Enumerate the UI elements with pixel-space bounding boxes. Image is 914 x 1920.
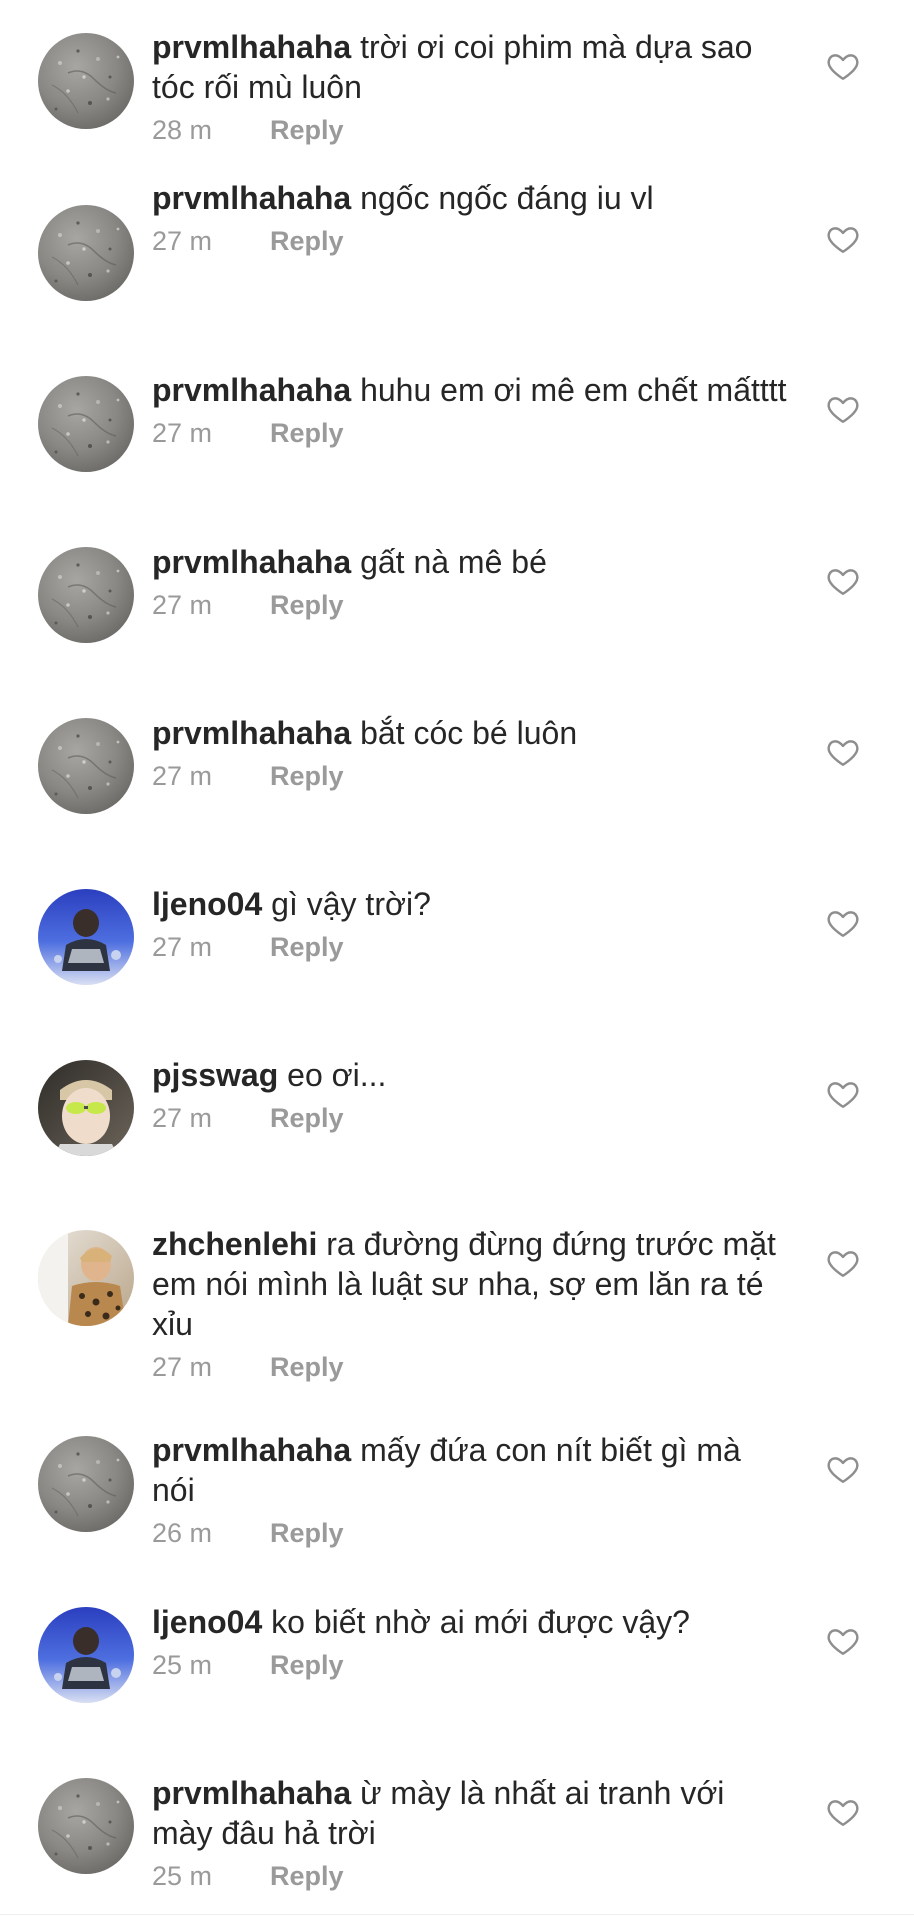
reply-button[interactable]: Reply bbox=[270, 932, 344, 962]
avatar[interactable] bbox=[38, 889, 134, 985]
comment-body: ljeno04 ko biết nhờ ai mới được vậy? 25 … bbox=[152, 1602, 792, 1682]
comment-text: gất nà mê bé bbox=[360, 544, 547, 580]
reply-button[interactable]: Reply bbox=[270, 761, 344, 791]
comment-meta: 27 m Reply bbox=[152, 1350, 792, 1384]
comment-body: prvmlhahaha ừ mày là nhất ai tranh với m… bbox=[152, 1773, 792, 1893]
comment-text-line: prvmlhahaha ngốc ngốc đáng iu vl bbox=[152, 178, 792, 218]
comment-text-line: prvmlhahaha trời ơi coi phim mà dựa sao … bbox=[152, 27, 792, 107]
avatar[interactable] bbox=[38, 1230, 134, 1326]
heart-outline-icon[interactable] bbox=[826, 1452, 860, 1486]
comment-username[interactable]: pjsswag bbox=[152, 1057, 278, 1093]
comment-username[interactable]: prvmlhahaha bbox=[152, 372, 351, 408]
comment-time: 27 m bbox=[152, 761, 213, 791]
avatar[interactable] bbox=[38, 718, 134, 814]
comment-text: bắt cóc bé luôn bbox=[360, 715, 578, 751]
comment-username[interactable]: ljeno04 bbox=[152, 1604, 262, 1640]
comment-time: 27 m bbox=[152, 1352, 213, 1382]
comment-text-line: prvmlhahaha gất nà mê bé bbox=[152, 542, 792, 582]
comment-body: ljeno04 gì vậy trời? 27 m Reply bbox=[152, 884, 792, 964]
avatar[interactable] bbox=[38, 1607, 134, 1703]
heart-outline-icon[interactable] bbox=[826, 564, 860, 598]
comment-text-line: zhchenlehi ra đường đừng đứng trước mặt … bbox=[152, 1224, 792, 1344]
comment-meta: 28 m Reply bbox=[152, 113, 792, 147]
heart-outline-icon[interactable] bbox=[826, 1624, 860, 1658]
comment-time: 27 m bbox=[152, 932, 213, 962]
heart-outline-icon[interactable] bbox=[826, 392, 860, 426]
comment-time: 27 m bbox=[152, 418, 213, 448]
avatar[interactable] bbox=[38, 205, 134, 301]
avatar[interactable] bbox=[38, 376, 134, 472]
comment-body: prvmlhahaha mấy đứa con nít biết gì mà n… bbox=[152, 1430, 792, 1550]
comment-meta: 25 m Reply bbox=[152, 1648, 792, 1682]
comment-text: ngốc ngốc đáng iu vl bbox=[360, 180, 654, 216]
comment-username[interactable]: prvmlhahaha bbox=[152, 1775, 351, 1811]
comment-username[interactable]: prvmlhahaha bbox=[152, 180, 351, 216]
heart-outline-icon[interactable] bbox=[826, 222, 860, 256]
reply-button[interactable]: Reply bbox=[270, 1352, 344, 1382]
comment-text-line: pjsswag eo ơi... bbox=[152, 1055, 792, 1095]
comment-text-line: prvmlhahaha bắt cóc bé luôn bbox=[152, 713, 792, 753]
comment-text: ko biết nhờ ai mới được vậy? bbox=[271, 1604, 690, 1640]
comment-time: 28 m bbox=[152, 115, 213, 145]
reply-button[interactable]: Reply bbox=[270, 1861, 344, 1891]
heart-outline-icon[interactable] bbox=[826, 906, 860, 940]
comment-text: huhu em ơi mê em chết mấtttt bbox=[360, 372, 787, 408]
heart-outline-icon[interactable] bbox=[826, 1077, 860, 1111]
comment-username[interactable]: zhchenlehi bbox=[152, 1226, 317, 1262]
reply-button[interactable]: Reply bbox=[270, 1103, 344, 1133]
reply-button[interactable]: Reply bbox=[270, 226, 344, 256]
comment-list: prvmlhahaha trời ơi coi phim mà dựa sao … bbox=[0, 0, 914, 1920]
comment-username[interactable]: prvmlhahaha bbox=[152, 1432, 351, 1468]
comment-body: pjsswag eo ơi... 27 m Reply bbox=[152, 1055, 792, 1135]
comment-body: prvmlhahaha trời ơi coi phim mà dựa sao … bbox=[152, 27, 792, 147]
comment-meta: 27 m Reply bbox=[152, 416, 792, 450]
comment-text: gì vậy trời? bbox=[271, 886, 431, 922]
comment-time: 27 m bbox=[152, 226, 213, 256]
heart-outline-icon[interactable] bbox=[826, 49, 860, 83]
avatar[interactable] bbox=[38, 547, 134, 643]
comment-meta: 27 m Reply bbox=[152, 759, 792, 793]
reply-button[interactable]: Reply bbox=[270, 1650, 344, 1680]
comment-time: 27 m bbox=[152, 1103, 213, 1133]
comment-text-line: ljeno04 ko biết nhờ ai mới được vậy? bbox=[152, 1602, 792, 1642]
comment-meta: 27 m Reply bbox=[152, 930, 792, 964]
comment-username[interactable]: prvmlhahaha bbox=[152, 544, 351, 580]
avatar[interactable] bbox=[38, 33, 134, 129]
comment-time: 25 m bbox=[152, 1861, 213, 1891]
comment-body: zhchenlehi ra đường đừng đứng trước mặt … bbox=[152, 1224, 792, 1384]
heart-outline-icon[interactable] bbox=[826, 1246, 860, 1280]
comment-meta: 27 m Reply bbox=[152, 224, 792, 258]
reply-button[interactable]: Reply bbox=[270, 418, 344, 448]
avatar[interactable] bbox=[38, 1778, 134, 1874]
comment-meta: 25 m Reply bbox=[152, 1859, 792, 1893]
comment-meta: 26 m Reply bbox=[152, 1516, 792, 1550]
comment-meta: 27 m Reply bbox=[152, 1101, 792, 1135]
comment-body: prvmlhahaha ngốc ngốc đáng iu vl 27 m Rep… bbox=[152, 178, 792, 258]
avatar[interactable] bbox=[38, 1436, 134, 1532]
comment-time: 26 m bbox=[152, 1518, 213, 1548]
comment-text: eo ơi... bbox=[287, 1057, 387, 1093]
comment-time: 25 m bbox=[152, 1650, 213, 1680]
comment-text-line: prvmlhahaha huhu em ơi mê em chết mấtttt bbox=[152, 370, 792, 410]
comment-time: 27 m bbox=[152, 590, 213, 620]
reply-button[interactable]: Reply bbox=[270, 115, 344, 145]
reply-button[interactable]: Reply bbox=[270, 590, 344, 620]
comment-username[interactable]: prvmlhahaha bbox=[152, 715, 351, 751]
comment-text-line: prvmlhahaha mấy đứa con nít biết gì mà n… bbox=[152, 1430, 792, 1510]
heart-outline-icon[interactable] bbox=[826, 735, 860, 769]
heart-outline-icon[interactable] bbox=[826, 1795, 860, 1829]
comment-text-line: prvmlhahaha ừ mày là nhất ai tranh với m… bbox=[152, 1773, 792, 1853]
comment-username[interactable]: prvmlhahaha bbox=[152, 29, 351, 65]
comment-body: prvmlhahaha bắt cóc bé luôn 27 m Reply bbox=[152, 713, 792, 793]
comment-meta: 27 m Reply bbox=[152, 588, 792, 622]
comment-body: prvmlhahaha huhu em ơi mê em chết mấtttt… bbox=[152, 370, 792, 450]
divider bbox=[0, 1914, 914, 1915]
avatar[interactable] bbox=[38, 1060, 134, 1156]
comment-body: prvmlhahaha gất nà mê bé 27 m Reply bbox=[152, 542, 792, 622]
comment-username[interactable]: ljeno04 bbox=[152, 886, 262, 922]
reply-button[interactable]: Reply bbox=[270, 1518, 344, 1548]
comment-text-line: ljeno04 gì vậy trời? bbox=[152, 884, 792, 924]
